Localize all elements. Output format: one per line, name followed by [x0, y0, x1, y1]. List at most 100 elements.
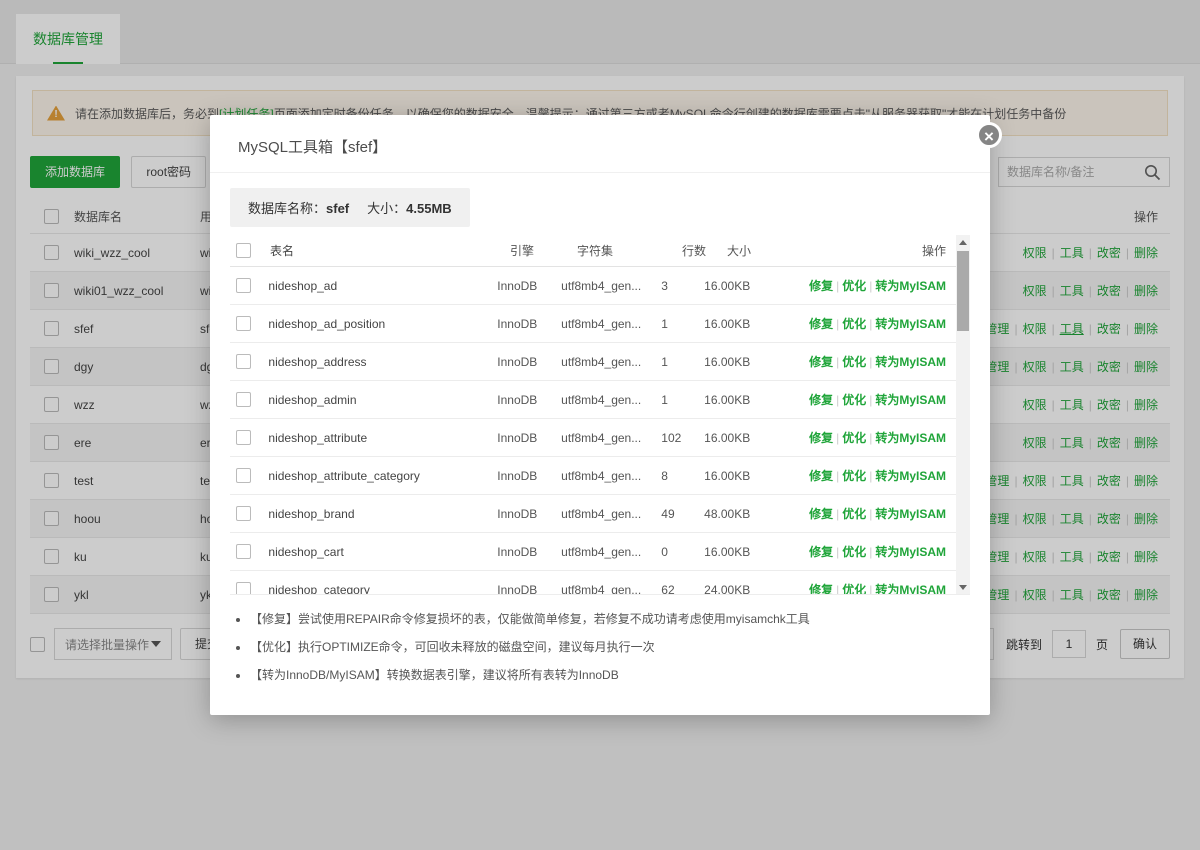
row-checkbox[interactable]: [236, 544, 251, 559]
row-operations: 修复|优化|转为MyISAM: [809, 543, 956, 560]
row-checkbox[interactable]: [236, 468, 251, 483]
op-link-optimize[interactable]: 优化: [842, 355, 866, 369]
op-link-optimize[interactable]: 优化: [842, 317, 866, 331]
op-link-optimize[interactable]: 优化: [842, 583, 866, 595]
table-charset: utf8mb4_gen...: [561, 583, 661, 596]
table-charset: utf8mb4_gen...: [561, 469, 661, 483]
table-rows-count: 1: [661, 355, 704, 369]
row-checkbox[interactable]: [236, 278, 251, 293]
table-name: nideshop_ad: [268, 279, 497, 293]
table-rows-count: 8: [661, 469, 704, 483]
op-link-repair[interactable]: 修复: [809, 583, 833, 595]
table-size: 16.00KB: [704, 393, 809, 407]
table-rows-count: 0: [661, 545, 704, 559]
table-name: nideshop_ad_position: [268, 317, 497, 331]
row-checkbox-cell: [230, 278, 268, 293]
op-link-convert[interactable]: 转为MyISAM: [875, 393, 946, 407]
db-name-label: 数据库名称：: [248, 201, 326, 216]
op-separator: |: [869, 317, 872, 331]
scrollbar-thumb[interactable]: [957, 251, 969, 331]
op-separator: |: [869, 583, 872, 595]
op-link-repair[interactable]: 修复: [809, 317, 833, 331]
op-separator: |: [869, 545, 872, 559]
op-link-convert[interactable]: 转为MyISAM: [875, 507, 946, 521]
op-link-repair[interactable]: 修复: [809, 469, 833, 483]
op-link-optimize[interactable]: 优化: [842, 507, 866, 521]
op-separator: |: [869, 393, 872, 407]
scroll-down-icon[interactable]: [956, 580, 970, 594]
table-engine: InnoDB: [497, 507, 561, 521]
op-link-convert[interactable]: 转为MyISAM: [875, 583, 946, 595]
table-charset: utf8mb4_gen...: [561, 431, 661, 445]
table-row: nideshop_categoryInnoDButf8mb4_gen...622…: [230, 571, 956, 595]
row-checkbox[interactable]: [236, 506, 251, 521]
modal-select-all-checkbox[interactable]: [236, 243, 251, 258]
row-checkbox[interactable]: [236, 354, 251, 369]
op-link-convert[interactable]: 转为MyISAM: [875, 545, 946, 559]
op-link-convert[interactable]: 转为MyISAM: [875, 355, 946, 369]
table-engine: InnoDB: [497, 583, 561, 596]
op-link-optimize[interactable]: 优化: [842, 393, 866, 407]
op-link-optimize[interactable]: 优化: [842, 469, 866, 483]
scroll-up-icon[interactable]: [956, 235, 970, 249]
op-link-repair[interactable]: 修复: [809, 393, 833, 407]
table-size: 16.00KB: [704, 355, 809, 369]
table-charset: utf8mb4_gen...: [561, 507, 661, 521]
table-charset: utf8mb4_gen...: [561, 317, 661, 331]
db-size-value: 4.55MB: [406, 201, 452, 216]
row-checkbox[interactable]: [236, 430, 251, 445]
table-engine: InnoDB: [497, 469, 561, 483]
op-link-repair[interactable]: 修复: [809, 355, 833, 369]
op-separator: |: [836, 317, 839, 331]
op-separator: |: [836, 469, 839, 483]
row-checkbox[interactable]: [236, 316, 251, 331]
op-separator: |: [869, 431, 872, 445]
row-operations: 修复|优化|转为MyISAM: [809, 581, 956, 595]
op-link-repair[interactable]: 修复: [809, 545, 833, 559]
note-item: 【转为InnoDB/MyISAM】转换数据表引擎，建议将所有表转为InnoDB: [250, 667, 970, 684]
table-row: nideshop_brandInnoDButf8mb4_gen...4948.0…: [230, 495, 956, 533]
row-checkbox[interactable]: [236, 392, 251, 407]
table-rows-count: 62: [661, 583, 704, 596]
row-checkbox-cell: [230, 544, 268, 559]
op-link-optimize[interactable]: 优化: [842, 279, 866, 293]
table-engine: InnoDB: [497, 545, 561, 559]
table-row: nideshop_adminInnoDButf8mb4_gen...116.00…: [230, 381, 956, 419]
op-separator: |: [869, 355, 872, 369]
op-link-repair[interactable]: 修复: [809, 279, 833, 293]
op-link-convert[interactable]: 转为MyISAM: [875, 279, 946, 293]
row-checkbox-cell: [230, 392, 268, 407]
op-separator: |: [869, 469, 872, 483]
col-header-table-ops: 操作: [837, 242, 956, 259]
table-charset: utf8mb4_gen...: [561, 355, 661, 369]
tables-list-body: nideshop_adInnoDButf8mb4_gen...316.00KB修…: [230, 267, 956, 595]
col-header-size: 大小: [727, 242, 837, 259]
op-separator: |: [836, 431, 839, 445]
row-checkbox[interactable]: [236, 582, 251, 595]
op-separator: |: [836, 355, 839, 369]
op-link-repair[interactable]: 修复: [809, 507, 833, 521]
op-link-convert[interactable]: 转为MyISAM: [875, 431, 946, 445]
table-row: nideshop_addressInnoDButf8mb4_gen...116.…: [230, 343, 956, 381]
op-link-repair[interactable]: 修复: [809, 431, 833, 445]
table-engine: InnoDB: [497, 393, 561, 407]
op-link-convert[interactable]: 转为MyISAM: [875, 469, 946, 483]
op-link-optimize[interactable]: 优化: [842, 431, 866, 445]
table-name: nideshop_attribute_category: [268, 469, 497, 483]
row-operations: 修复|优化|转为MyISAM: [809, 315, 956, 332]
database-info-bar: 数据库名称：sfef大小：4.55MB: [230, 188, 470, 227]
tables-list-header: 表名 引擎 字符集 行数 大小 操作: [230, 235, 956, 267]
modal-title: MySQL工具箱【sfef】: [210, 115, 990, 173]
op-link-convert[interactable]: 转为MyISAM: [875, 317, 946, 331]
table-rows-count: 1: [661, 393, 704, 407]
close-icon[interactable]: ×: [976, 122, 1002, 148]
row-checkbox-cell: [230, 468, 268, 483]
tables-list: 表名 引擎 字符集 行数 大小 操作 nideshop_adInnoDButf8…: [230, 235, 956, 595]
op-link-optimize[interactable]: 优化: [842, 545, 866, 559]
scrollbar[interactable]: [956, 235, 970, 594]
table-rows-count: 1: [661, 317, 704, 331]
table-row: nideshop_cartInnoDButf8mb4_gen...016.00K…: [230, 533, 956, 571]
op-separator: |: [869, 279, 872, 293]
table-charset: utf8mb4_gen...: [561, 545, 661, 559]
row-operations: 修复|优化|转为MyISAM: [809, 353, 956, 370]
